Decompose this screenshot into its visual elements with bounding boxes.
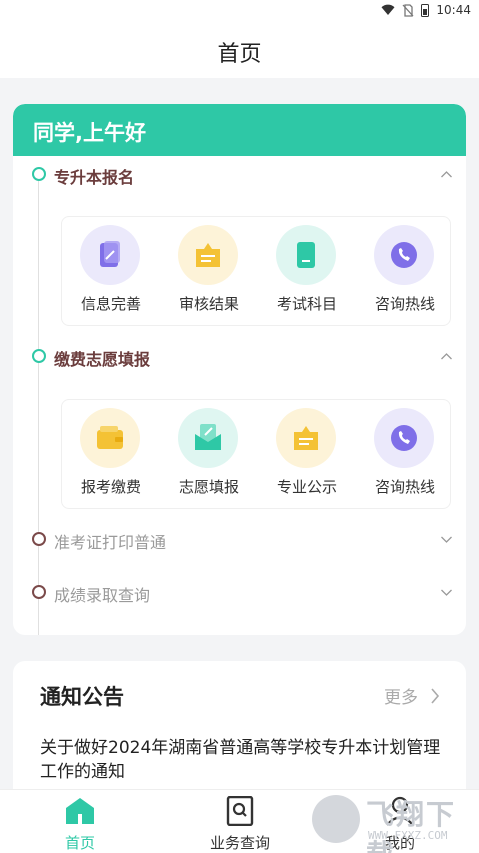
section-header-score-query[interactable]: 成绩录取查询 bbox=[13, 576, 466, 608]
timeline-dot bbox=[32, 585, 46, 599]
review-folder-icon bbox=[178, 225, 238, 285]
chevron-up-icon[interactable] bbox=[441, 169, 452, 180]
battery-icon bbox=[421, 3, 430, 17]
grid-item-label: 专业公示 bbox=[276, 478, 337, 496]
grid-item-application[interactable]: 志愿填报 bbox=[160, 400, 258, 510]
status-time: 10:44 bbox=[436, 3, 471, 17]
section-title: 准考证打印普通 bbox=[54, 533, 167, 552]
timeline-dot bbox=[32, 167, 46, 181]
timeline-dot bbox=[32, 349, 46, 363]
tab-label: 首页 bbox=[64, 834, 95, 852]
book-icon bbox=[276, 225, 336, 285]
wallet-icon bbox=[80, 408, 140, 468]
search-doc-icon bbox=[226, 796, 254, 826]
section-title: 成绩录取查询 bbox=[54, 586, 151, 605]
section-header-payment[interactable]: 缴费志愿填报 bbox=[13, 340, 466, 372]
timeline-line bbox=[38, 180, 39, 635]
watermark-text: 飞翔下载 bbox=[366, 798, 457, 853]
tab-label: 业务查询 bbox=[209, 834, 270, 852]
grid-item-label: 报考缴费 bbox=[80, 478, 141, 496]
grid-item-label: 审核结果 bbox=[178, 295, 239, 313]
grid-item-info-complete[interactable]: 信息完善 bbox=[62, 217, 160, 327]
grid-item-label: 考试科目 bbox=[276, 295, 337, 313]
grid-item-label: 咨询热线 bbox=[374, 295, 435, 313]
more-label: 更多 bbox=[384, 688, 418, 708]
grid-item-major-list[interactable]: 专业公示 bbox=[258, 400, 356, 510]
section-header-admission-ticket[interactable]: 准考证打印普通 bbox=[13, 523, 466, 555]
grid-item-review-result[interactable]: 审核结果 bbox=[160, 217, 258, 327]
section-title: 专升本报名 bbox=[54, 168, 135, 187]
timeline-dot bbox=[32, 532, 46, 546]
watermark: 飞翔下载 WWW.FXXZ.COM bbox=[312, 793, 472, 853]
grid-item-hotline-2[interactable]: 咨询热线 bbox=[356, 400, 454, 510]
notice-title: 通知公告 bbox=[40, 685, 124, 709]
list-folder-icon bbox=[276, 408, 336, 468]
grid-item-label: 咨询热线 bbox=[374, 478, 435, 496]
grid-item-label: 志愿填报 bbox=[178, 478, 239, 496]
no-sim-icon bbox=[402, 3, 414, 17]
page-title: 首页 bbox=[217, 42, 262, 67]
phone-icon bbox=[374, 225, 434, 285]
notice-item[interactable]: 关于做好2024年湖南省普通高等学校专升本计划管理工作的通知 bbox=[40, 736, 450, 784]
watermark-url: WWW.FXXZ.COM bbox=[368, 829, 448, 842]
envelope-pen-icon bbox=[178, 408, 238, 468]
chevron-right-icon bbox=[431, 687, 440, 704]
more-link[interactable]: 更多 bbox=[384, 683, 440, 708]
nav-bar: 首页 bbox=[0, 22, 479, 78]
grid-item-payment[interactable]: 报考缴费 bbox=[62, 400, 160, 510]
registration-grid: 信息完善 审核结果 考试科目 咨询热线 bbox=[61, 216, 451, 326]
greeting-header: 同学,上午好 bbox=[13, 104, 466, 156]
tab-home[interactable]: 首页 bbox=[0, 790, 160, 853]
section-header-registration[interactable]: 专升本报名 bbox=[13, 158, 466, 190]
chevron-down-icon[interactable] bbox=[441, 534, 452, 545]
section-title: 缴费志愿填报 bbox=[54, 350, 151, 369]
chevron-up-icon[interactable] bbox=[441, 351, 452, 362]
status-bar: 10:44 bbox=[0, 0, 479, 22]
wifi-icon bbox=[381, 4, 395, 15]
home-icon bbox=[66, 798, 94, 824]
grid-item-label: 信息完善 bbox=[80, 295, 141, 313]
registration-card: 同学,上午好 专升本报名 信息完善 审核结果 考试科目 咨询热线 缴费志愿填报 … bbox=[13, 104, 466, 635]
watermark-logo bbox=[312, 795, 360, 843]
payment-grid: 报考缴费 志愿填报 专业公示 咨询热线 bbox=[61, 399, 451, 509]
chevron-down-icon[interactable] bbox=[441, 587, 452, 598]
edit-document-icon bbox=[80, 225, 140, 285]
phone-icon bbox=[374, 408, 434, 468]
greeting-text: 同学,上午好 bbox=[33, 121, 146, 145]
grid-item-hotline[interactable]: 咨询热线 bbox=[356, 217, 454, 327]
tab-business-query[interactable]: 业务查询 bbox=[160, 790, 320, 853]
grid-item-exam-subjects[interactable]: 考试科目 bbox=[258, 217, 356, 327]
